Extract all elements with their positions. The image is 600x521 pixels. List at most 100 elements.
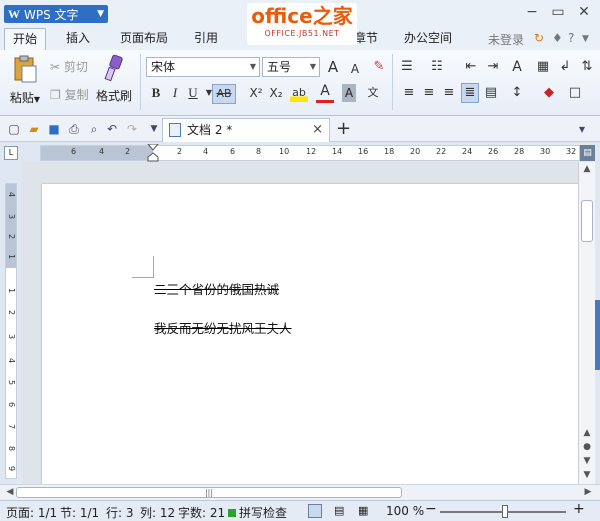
document-line-2[interactable]: 我反而无纷无扰风王夫人: [154, 318, 292, 337]
bullet-list-icon[interactable]: ☰: [398, 58, 416, 76]
font-size-select[interactable]: 五号 ▼: [262, 57, 320, 77]
tab-references[interactable]: 引用: [186, 28, 226, 50]
redo-icon[interactable]: ↷: [124, 121, 140, 137]
chevron-down-icon: ▼: [249, 62, 256, 71]
tab-stop-selector[interactable]: L: [4, 146, 18, 160]
chevron-down-icon[interactable]: ▼: [582, 34, 589, 44]
zoom-level[interactable]: 100 %: [386, 504, 424, 518]
superscript-button[interactable]: X²: [246, 84, 266, 102]
grow-font-icon[interactable]: A: [324, 58, 342, 76]
status-section[interactable]: 节: 1/1: [60, 504, 99, 521]
highlight-button[interactable]: ab: [290, 84, 308, 102]
spell-check-button[interactable]: 拼写检查: [228, 504, 287, 521]
select-browse-icon[interactable]: ●: [579, 442, 595, 452]
zoom-out-icon[interactable]: −: [425, 501, 437, 517]
justify-icon[interactable]: ≣: [461, 83, 479, 103]
strikethrough-button[interactable]: AB: [212, 84, 236, 104]
pinyin-button[interactable]: 文: [364, 84, 382, 102]
new-tab-button[interactable]: +: [336, 118, 351, 139]
shirt-icon[interactable]: ♦: [552, 31, 563, 45]
close-button[interactable]: ✕: [572, 4, 596, 20]
page-view-icon[interactable]: [308, 504, 322, 518]
borders-icon[interactable]: □: [566, 84, 584, 102]
document-tab[interactable]: 文档 2 * ×: [162, 118, 330, 142]
show-marks-icon[interactable]: ↲: [556, 58, 574, 76]
status-bar: 页面: 1/1 节: 1/1 行: 3 列: 12 字数: 21 拼写检查 ▤ …: [0, 500, 600, 521]
horizontal-ruler[interactable]: 6 4 2 2 4 6 8 10 12 14 16 18 20 22 24 26…: [40, 144, 580, 162]
minimize-button[interactable]: −: [520, 4, 544, 20]
close-tab-icon[interactable]: ×: [312, 119, 323, 141]
outline-view-icon[interactable]: ▤: [334, 504, 344, 517]
restore-button[interactable]: ▭: [546, 4, 570, 20]
font-color-button[interactable]: A: [316, 82, 334, 103]
tab-home[interactable]: 开始: [4, 28, 47, 50]
app-menu-button[interactable]: W WPS 文字 ▼: [4, 5, 108, 23]
status-page[interactable]: 页面: 1/1: [6, 504, 57, 521]
ruler-tick-label: 5: [7, 380, 16, 386]
indent-marker-icon[interactable]: [147, 144, 159, 162]
line-spacing-icon[interactable]: ↕: [508, 84, 526, 102]
shrink-font-icon[interactable]: A: [346, 60, 364, 78]
status-word-count[interactable]: 字数: 21: [178, 504, 225, 521]
login-link[interactable]: 未登录: [488, 31, 524, 48]
print-preview-icon[interactable]: ⌕: [86, 121, 102, 137]
next-page-icon[interactable]: ▼: [579, 456, 595, 466]
shading-icon[interactable]: ◆: [540, 84, 558, 102]
sort-icon[interactable]: ⇅: [578, 58, 596, 76]
font-name-select[interactable]: 宋体 ▼: [146, 57, 260, 77]
char-shading-button[interactable]: A: [342, 84, 356, 102]
copy-button[interactable]: ❐ 复制: [50, 86, 89, 103]
scroll-right-icon[interactable]: ▶: [580, 487, 596, 497]
tab-page-layout[interactable]: 页面布局: [112, 28, 176, 50]
italic-button[interactable]: I: [166, 84, 184, 102]
increase-indent-icon[interactable]: ⇥: [484, 58, 502, 76]
tab-office-space[interactable]: 办公空间: [396, 28, 460, 50]
decrease-indent-icon[interactable]: ⇤: [462, 58, 480, 76]
tab-menu-icon[interactable]: ▾: [574, 121, 590, 137]
clear-format-icon[interactable]: ✎: [370, 58, 388, 76]
tab-insert[interactable]: 插入: [58, 28, 98, 50]
undo-icon[interactable]: ↶: [104, 121, 120, 137]
sidebar-toggle[interactable]: [595, 300, 600, 370]
document-area[interactable]: 二三个省份的俄国热诚 我反而无纷无扰风王夫人: [22, 162, 578, 484]
distribute-icon[interactable]: ▤: [482, 84, 500, 102]
horizontal-scrollbar[interactable]: ◀ ||| ▶: [0, 484, 600, 500]
document-page[interactable]: 二三个省份的俄国热诚 我反而无纷无扰风王夫人: [42, 184, 578, 484]
ruler-tick-label: 7: [7, 424, 16, 430]
save-icon[interactable]: ■: [46, 121, 62, 137]
scroll-up-icon[interactable]: ▲: [579, 164, 595, 174]
open-folder-icon[interactable]: ▰: [26, 121, 42, 137]
ruler-tick-label: 3: [7, 214, 16, 220]
refresh-icon[interactable]: ↻: [534, 31, 544, 45]
table-icon[interactable]: ▦: [534, 58, 552, 76]
vertical-ruler[interactable]: 4 3 2 1 1 2 3 4 5 6 7 8 9: [5, 183, 17, 479]
chevron-down-icon[interactable]: ▼: [146, 121, 162, 137]
bold-button[interactable]: B: [147, 84, 165, 102]
zoom-slider-handle[interactable]: [502, 505, 508, 518]
help-button[interactable]: ?: [568, 31, 574, 45]
ruler-tick-label: 2: [7, 234, 16, 240]
vertical-scrollbar[interactable]: ▲ ▲ ● ▼ ▼: [578, 162, 595, 484]
numbered-list-icon[interactable]: ☷: [428, 58, 446, 76]
scrollbar-thumb[interactable]: |||: [16, 487, 402, 498]
text-direction-icon[interactable]: A: [508, 58, 526, 76]
align-right-icon[interactable]: ≡: [440, 84, 458, 102]
document-line-1[interactable]: 二三个省份的俄国热诚: [154, 279, 279, 298]
print-icon[interactable]: ⎙: [66, 121, 82, 137]
ruler-toggle-icon[interactable]: ▤: [580, 145, 595, 161]
format-painter-button[interactable]: 格式刷: [96, 54, 132, 104]
align-center-icon[interactable]: ≡: [420, 84, 438, 102]
document-icon: [169, 123, 181, 137]
font-size-value: 五号: [267, 60, 292, 74]
align-left-icon[interactable]: ≡: [400, 84, 418, 102]
scroll-down-icon[interactable]: ▼: [579, 470, 595, 480]
prev-page-icon[interactable]: ▲: [579, 428, 595, 438]
paste-button[interactable]: 粘贴▼: [6, 54, 44, 106]
ruler-tick-label: 24: [462, 147, 473, 156]
subscript-button[interactable]: X₂: [266, 84, 286, 102]
zoom-in-icon[interactable]: +: [573, 501, 585, 517]
new-doc-icon[interactable]: ▢: [6, 121, 22, 137]
cut-button[interactable]: ✂ 剪切: [50, 58, 88, 75]
web-view-icon[interactable]: ▦: [358, 504, 368, 517]
scrollbar-thumb[interactable]: [581, 200, 593, 242]
